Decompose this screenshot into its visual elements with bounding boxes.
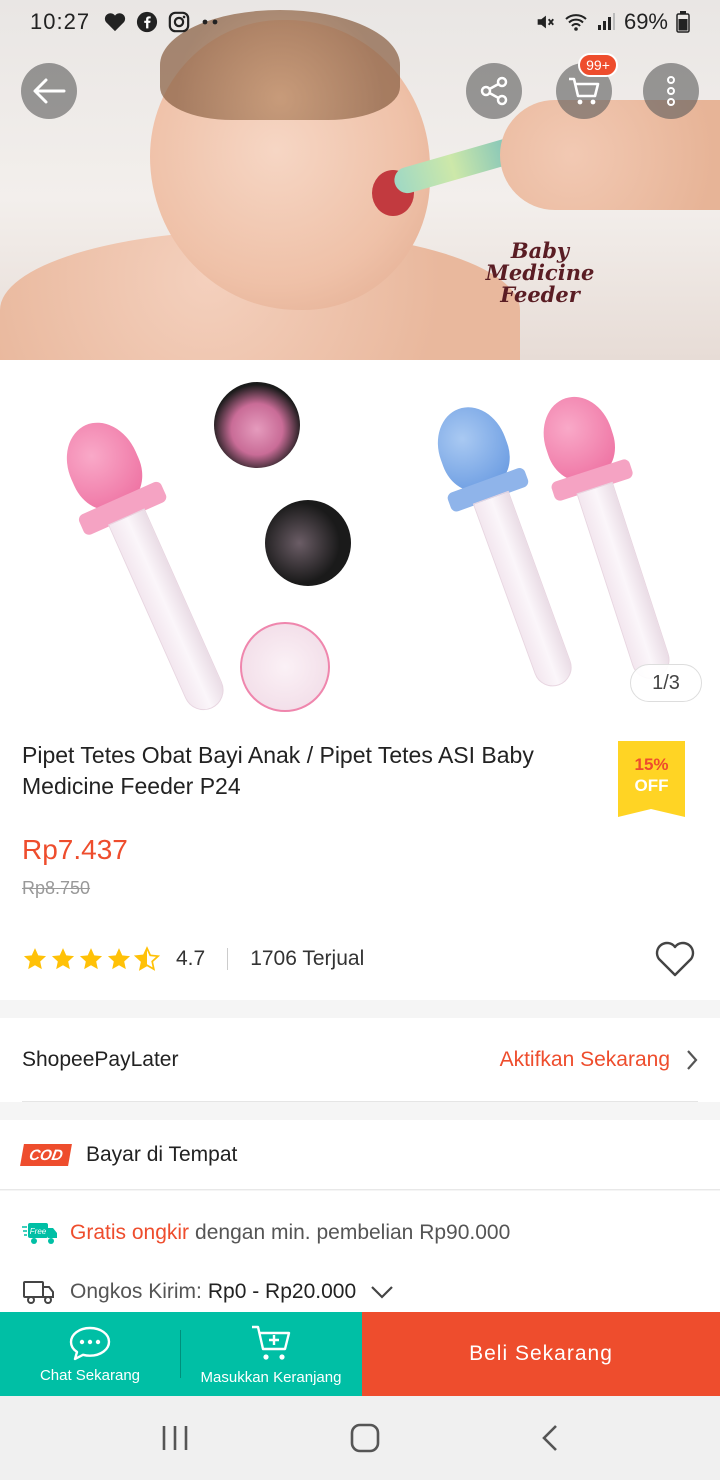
product-info-section: Pipet Tetes Obat Bayi Anak / Pipet Tetes… (0, 720, 720, 1000)
free-icon-text: Free (30, 1227, 47, 1236)
home-icon[interactable] (349, 1422, 381, 1454)
product-price: Rp7.437 (22, 834, 128, 865)
battery-icon (676, 11, 690, 33)
detail-circle-tube (265, 500, 351, 586)
more-vertical-icon (667, 76, 675, 106)
product-image-carousel[interactable]: Baby Medicine Feeder 1/3 (0, 0, 720, 720)
share-button[interactable] (466, 63, 522, 119)
caption-line: Feeder (500, 282, 580, 307)
adult-hand (500, 100, 720, 210)
chat-now-button[interactable]: Chat Sekarang (0, 1312, 180, 1396)
free-shipping-row: Free Gratis ongkir dengan min. pembelian… (22, 1221, 510, 1245)
shipping-section: Free Gratis ongkir dengan min. pembelian… (0, 1191, 720, 1313)
facebook-icon (136, 11, 158, 33)
caption-line: Baby (510, 238, 570, 263)
discount-badge: 15% OFF (618, 741, 685, 817)
wifi-icon (565, 14, 587, 31)
instagram-icon (168, 11, 190, 33)
star-full-icon (107, 948, 131, 970)
mute-icon (537, 15, 554, 29)
cart-button[interactable]: 99+ (556, 53, 618, 119)
shipping-cost-row[interactable]: Ongkos Kirim: Rp0 - Rp20.000 (22, 1279, 394, 1305)
discount-percent: 15% (634, 755, 669, 774)
image-caption: Baby Medicine Feeder (470, 240, 610, 306)
rating-value: 4.7 (176, 947, 206, 970)
free-shipping-desc: dengan min. pembelian Rp90.000 (195, 1221, 511, 1244)
more-dots-icon (202, 19, 218, 25)
buy-now-button[interactable]: Beli Sekarang (362, 1312, 720, 1396)
recent-apps-icon[interactable] (160, 1424, 190, 1452)
pipette-product-photo (0, 360, 720, 720)
status-time: 10:27 (30, 9, 91, 34)
heart-outline-icon[interactable] (654, 940, 696, 978)
free-shipping-truck-icon: Free (22, 1223, 57, 1244)
image-counter: 1/3 (630, 664, 702, 702)
rating-divider (227, 948, 229, 970)
product-title: Pipet Tetes Obat Bayi Anak / Pipet Tetes… (22, 742, 534, 799)
cod-label: Bayar di Tempat (86, 1142, 238, 1166)
add-cart-icon (252, 1325, 291, 1360)
paylater-row[interactable]: ShopeePayLater Aktifkan Sekarang (0, 1018, 720, 1102)
system-navigation-bar (0, 1396, 720, 1480)
signal-icon (597, 13, 615, 30)
star-full-icon (23, 948, 47, 970)
rating-row: 4.7 1706 Terjual (22, 946, 364, 972)
buy-now-label: Beli Sekarang (469, 1342, 613, 1365)
free-shipping-label: Gratis ongkir (70, 1221, 190, 1244)
back-button[interactable] (21, 63, 77, 119)
cart-count-badge: 99+ (578, 53, 618, 77)
cart-icon (569, 77, 600, 105)
chevron-down-icon[interactable] (370, 1285, 394, 1299)
chat-icon (69, 1326, 111, 1360)
paylater-label: ShopeePayLater (22, 1048, 179, 1071)
heart-icon (104, 13, 126, 32)
paylater-action-label: Aktifkan Sekarang (499, 1048, 670, 1071)
bottom-action-bar: Chat Sekarang Masukkan Keranjang Beli Se… (0, 1312, 720, 1396)
truck-icon (23, 1281, 54, 1304)
status-bar: 10:27 69% (0, 0, 720, 44)
star-half-icon (134, 946, 160, 971)
more-options-button[interactable] (643, 63, 699, 119)
star-full-icon (51, 948, 75, 970)
chevron-right-icon (687, 1050, 698, 1070)
rating-stars (22, 946, 160, 972)
add-to-cart-label: Masukkan Keranjang (200, 1368, 342, 1386)
share-icon (480, 76, 508, 106)
original-price: Rp8.750 (22, 878, 91, 898)
cod-row: COD Bayar di Tempat (0, 1120, 720, 1190)
battery-percent: 69% (623, 9, 668, 34)
detail-circle-tip (240, 622, 330, 712)
back-arrow-icon (33, 78, 66, 104)
paylater-activate-link[interactable]: Aktifkan Sekarang (500, 1048, 698, 1072)
star-full-icon (79, 948, 103, 970)
chat-now-label: Chat Sekarang (39, 1366, 141, 1384)
discount-off-label: OFF (634, 776, 669, 795)
sold-count: 1706 Terjual (250, 947, 365, 970)
shipping-cost-label: Ongkos Kirim: (70, 1280, 202, 1303)
detail-circle-bulb (214, 382, 300, 468)
caption-line: Medicine (485, 260, 595, 285)
add-to-cart-button[interactable]: Masukkan Keranjang (180, 1312, 362, 1396)
back-nav-icon[interactable] (540, 1423, 560, 1453)
shipping-cost-value: Rp0 - Rp20.000 (207, 1280, 357, 1303)
row-divider (22, 1101, 698, 1102)
cod-logo: COD (20, 1143, 72, 1166)
